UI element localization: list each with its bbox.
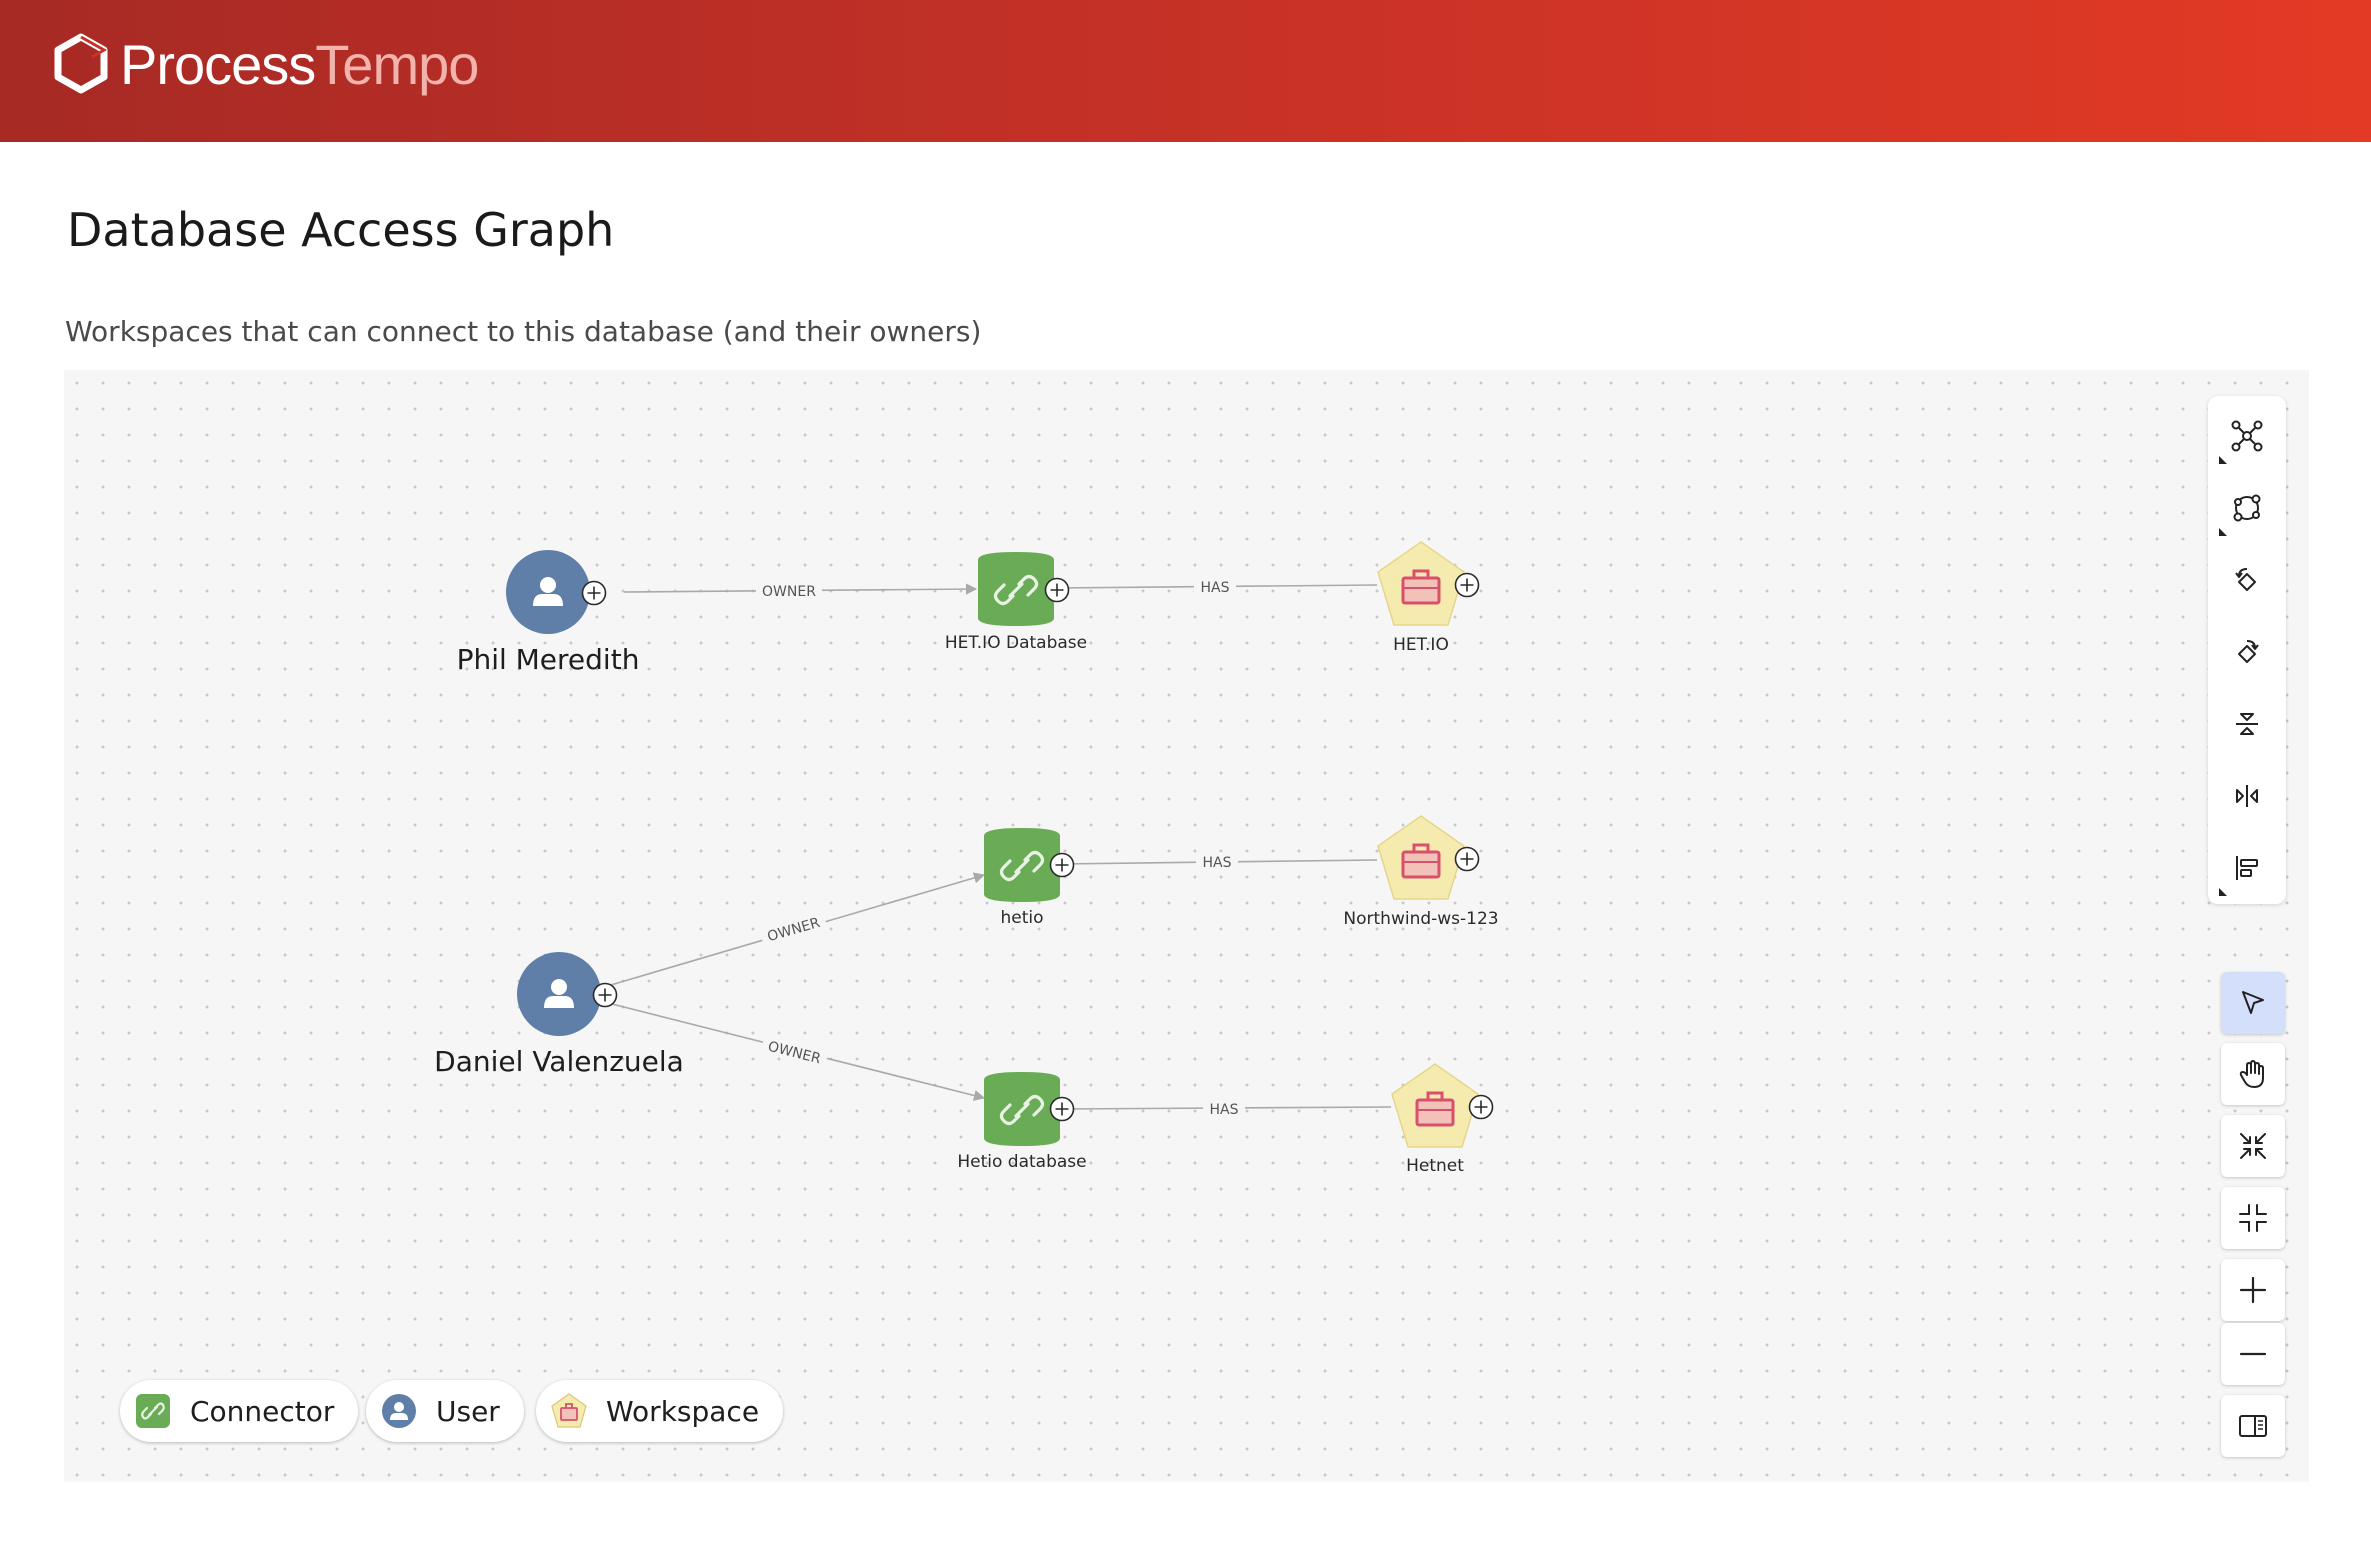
zoom-out-icon — [2239, 1352, 2267, 1356]
user-node-daniel-valenzuela[interactable]: Daniel Valenzuela — [434, 952, 684, 1078]
align-left-icon — [2236, 856, 2258, 880]
flip-horizontal-button[interactable] — [2217, 766, 2277, 826]
node-label: Daniel Valenzuela — [434, 1045, 684, 1078]
expand-node-button — [581, 580, 607, 606]
graph-edge-has[interactable]: HAS — [1059, 1099, 1392, 1119]
edge-label-has: HAS — [1201, 580, 1230, 596]
expand-node-button — [592, 982, 618, 1008]
zoom-in-button[interactable] — [2221, 1259, 2285, 1321]
connector-node-hetio-database-upper[interactable]: HET.IO Database — [945, 552, 1087, 653]
graph-edge-owner[interactable]: OWNER — [623, 580, 978, 600]
workspace-node-het-io[interactable]: HET.IO — [1377, 541, 1480, 655]
collapse-arrows-icon — [2240, 1133, 2266, 1159]
brand-logo[interactable]: ProcessTempo — [52, 30, 479, 100]
minimize-icon — [2239, 1204, 2267, 1232]
connector-legend-icon — [136, 1394, 170, 1428]
connector-node-hetio[interactable]: hetio — [984, 828, 1075, 928]
zoom-out-button[interactable] — [2221, 1323, 2285, 1385]
node-label: Hetio database — [957, 1152, 1086, 1172]
app-header: ProcessTempo — [0, 0, 2371, 142]
rotate-left-icon — [2235, 568, 2256, 591]
expand-node-button — [1454, 572, 1480, 598]
pan-tool-button[interactable] — [2221, 1043, 2285, 1105]
rotate-right-button[interactable] — [2217, 622, 2277, 682]
node-label: Hetnet — [1406, 1156, 1464, 1176]
rotate-right-icon — [2238, 640, 2259, 663]
circular-layout-button[interactable] — [2217, 478, 2277, 538]
workspace-legend-icon — [551, 1393, 587, 1428]
node-label: hetio — [1000, 908, 1043, 928]
page-title: Database Access Graph — [67, 203, 615, 257]
layout-toolbar — [2208, 396, 2286, 904]
submenu-indicator — [2219, 456, 2227, 464]
graph-edge-has[interactable]: HAS — [1059, 852, 1378, 872]
graph-edge-owner[interactable]: OWNER — [603, 872, 986, 988]
edge-label-has: HAS — [1203, 855, 1232, 871]
fit-view-button[interactable] — [2221, 1187, 2285, 1249]
edge-label-owner: OWNER — [762, 584, 816, 600]
graph-layout-button[interactable] — [2217, 406, 2277, 466]
panel-toggle-icon — [2239, 1415, 2267, 1437]
node-label: Northwind-ws-123 — [1343, 909, 1498, 929]
user-node-phil-meredith[interactable]: Phil Meredith — [457, 550, 640, 676]
brand-name: ProcessTempo — [120, 30, 479, 100]
submenu-indicator — [2219, 528, 2227, 536]
expand-node-button — [1454, 846, 1480, 872]
legend-label: Connector — [190, 1394, 335, 1428]
node-label: HET.IO — [1393, 635, 1449, 655]
brand-name-part2: Tempo — [315, 33, 479, 96]
brand-name-part1: Process — [120, 33, 316, 96]
expand-node-button — [1044, 577, 1070, 603]
node-label: HET.IO Database — [945, 633, 1087, 653]
flip-horizontal-icon — [2236, 785, 2258, 807]
user-legend-icon — [382, 1394, 416, 1428]
flip-vertical-button[interactable] — [2217, 694, 2277, 754]
graph-svg[interactable]: OWNER HAS OWNER HAS OWNER HAS Phil Mered… — [64, 370, 2309, 1482]
node-label: Phil Meredith — [457, 643, 640, 676]
graph-edge-has[interactable]: HAS — [1053, 577, 1378, 597]
zoom-in-icon — [2239, 1276, 2267, 1304]
graph-layout-icon — [2231, 420, 2263, 452]
legend-item-user[interactable]: User — [366, 1380, 524, 1442]
pointer-icon — [2242, 991, 2264, 1014]
submenu-indicator — [2219, 888, 2227, 896]
circular-layout-icon — [2233, 494, 2261, 522]
workspace-node-hetnet[interactable]: Hetnet — [1391, 1063, 1494, 1176]
edge-label-has: HAS — [1210, 1102, 1239, 1118]
legend-item-workspace[interactable]: Workspace — [536, 1380, 784, 1442]
toggle-panel-button[interactable] — [2221, 1395, 2285, 1457]
collapse-button[interactable] — [2221, 1115, 2285, 1177]
flip-vertical-icon — [2236, 713, 2258, 735]
page-subtitle: Workspaces that can connect to this data… — [65, 315, 982, 348]
expand-node-button — [1049, 1096, 1075, 1122]
graph-canvas[interactable]: OWNER HAS OWNER HAS OWNER HAS Phil Mered… — [64, 370, 2309, 1482]
workspace-node-northwind-ws-123[interactable]: Northwind-ws-123 — [1343, 815, 1499, 929]
pointer-tool-button[interactable] — [2221, 972, 2285, 1034]
legend-item-connector[interactable]: Connector — [120, 1380, 359, 1442]
hexagon-logo-icon — [54, 33, 108, 94]
hand-pan-icon — [2239, 1060, 2264, 1088]
connector-node-hetio-database-lower[interactable]: Hetio database — [957, 1072, 1087, 1172]
align-left-button[interactable] — [2217, 838, 2277, 898]
rotate-left-button[interactable] — [2217, 550, 2277, 610]
legend-label: Workspace — [606, 1394, 760, 1428]
legend-label: User — [436, 1394, 500, 1428]
expand-node-button — [1468, 1094, 1494, 1120]
expand-node-button — [1049, 852, 1075, 878]
